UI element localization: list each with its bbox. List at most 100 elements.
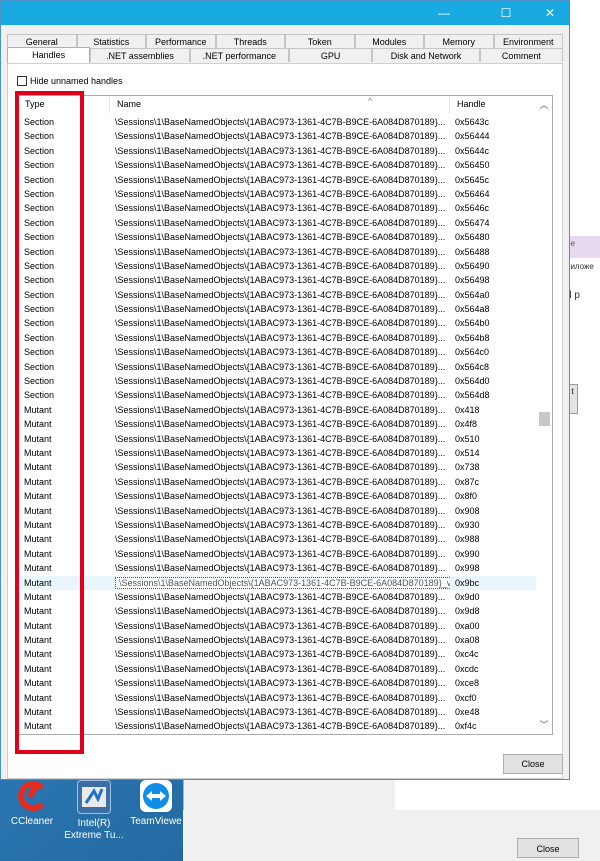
cell-handle: 0x56444 <box>455 131 490 142</box>
process-properties-window[interactable]: — ☐ ✕ General Statistics Performance Thr… <box>0 0 570 780</box>
tab-handles[interactable]: Handles <box>7 47 91 63</box>
column-header-name[interactable]: Name ^ <box>110 96 450 113</box>
table-row[interactable]: Mutant \Sessions\1\BaseNamedObjects\{1ABA… <box>18 619 536 633</box>
cell-handle: 0x564c8 <box>455 361 490 372</box>
cell-name-text: \Sessions\1\BaseNamedObjects\{1ABAC973-1… <box>115 505 446 516</box>
cell-handle: 0x56474 <box>455 217 490 228</box>
vertical-scrollbar[interactable]: ︿ ﹀ <box>536 96 552 734</box>
table-row[interactable]: Mutant \Sessions\1\BaseNamedObjects\{1ABA… <box>18 561 536 575</box>
cell-name: \Sessions\1\BaseNamedObjects\{1ABAC973-1… <box>110 360 450 374</box>
table-row[interactable]: Mutant \Sessions\1\BaseNamedObjects\{1ABA… <box>18 532 536 546</box>
table-row[interactable]: Section \Sessions\1\BaseNamedObjects\{1AB… <box>18 216 536 230</box>
cell-name-text: \Sessions\1\BaseNamedObjects\{1ABAC973-1… <box>115 433 446 444</box>
cell-name: \Sessions\1\BaseNamedObjects\{1ABAC973-1… <box>110 230 450 244</box>
table-row[interactable]: Section \Sessions\1\BaseNamedObjects\{1AB… <box>18 144 536 158</box>
table-row[interactable]: Section \Sessions\1\BaseNamedObjects\{1AB… <box>18 187 536 201</box>
table-row[interactable]: Mutant \Sessions\1\BaseNamedObjects\{1ABA… <box>18 633 536 647</box>
cell-handle: 0x5645c <box>455 174 490 185</box>
cell-name-text: \Sessions\1\BaseNamedObjects\{1ABAC973-1… <box>115 519 446 530</box>
desktop-icon-teamviewer[interactable]: TeamViewe <box>124 780 188 828</box>
scroll-down-icon[interactable]: ﹀ <box>536 718 552 732</box>
cell-handle: 0x564d8 <box>455 390 490 401</box>
table-row[interactable]: Mutant \Sessions\1\BaseNamedObjects\{1ABA… <box>18 475 536 489</box>
scrollbar-thumb[interactable] <box>539 412 550 426</box>
table-row[interactable]: Section \Sessions\1\BaseNamedObjects\{1AB… <box>18 388 536 402</box>
table-row[interactable]: Section \Sessions\1\BaseNamedObjects\{1AB… <box>18 115 536 129</box>
maximize-icon[interactable]: ☐ <box>489 1 523 25</box>
table-row[interactable]: Mutant \Sessions\1\BaseNamedObjects\{1ABA… <box>18 432 536 446</box>
close-button[interactable]: Close <box>503 754 563 774</box>
table-row[interactable]: Section \Sessions\1\BaseNamedObjects\{1AB… <box>18 129 536 143</box>
table-row[interactable]: Mutant \Sessions\1\BaseNamedObjects\{1ABA… <box>18 676 536 690</box>
table-row[interactable]: Mutant \Sessions\1\BaseNamedObjects\{1ABA… <box>18 518 536 532</box>
type-column-highlight <box>15 91 84 754</box>
table-row[interactable]: Mutant \Sessions\1\BaseNamedObjects\{1ABA… <box>18 662 536 676</box>
handles-list[interactable]: Type Name ^ Handle Section \Sessions\1\Ba… <box>17 95 553 735</box>
table-row[interactable]: Mutant \Sessions\1\BaseNamedObjects\{1ABA… <box>18 647 536 661</box>
title-bar[interactable]: — ☐ ✕ <box>1 1 569 25</box>
cell-name: \Sessions\1\BaseNamedObjects\{1ABAC973-1… <box>110 417 450 431</box>
table-row[interactable]: Mutant \Sessions\1\BaseNamedObjects\{1ABA… <box>18 460 536 474</box>
table-row[interactable]: Section \Sessions\1\BaseNamedObjects\{1AB… <box>18 374 536 388</box>
tab-comment[interactable]: Comment <box>479 48 563 62</box>
cell-handle: 0xa08 <box>455 635 480 646</box>
cell-handle: 0x5643c <box>455 117 490 127</box>
tab-environment[interactable]: Environment <box>493 34 563 48</box>
table-row[interactable]: Mutant \Sessions\1\BaseNamedObjects\{1ABA… <box>18 417 536 431</box>
table-row[interactable]: Mutant \Sessions\1\BaseNamedObjects\{1ABA… <box>18 547 536 561</box>
cell-name: \Sessions\1\BaseNamedObjects\{1ABAC973-1… <box>110 144 450 158</box>
table-row[interactable]: Mutant \Sessions\1\BaseNamedObjects\{1ABA… <box>18 590 536 604</box>
table-row[interactable]: Section \Sessions\1\BaseNamedObjects\{1AB… <box>18 230 536 244</box>
table-row[interactable]: Section \Sessions\1\BaseNamedObjects\{1AB… <box>18 273 536 287</box>
table-row[interactable]: Mutant \Sessions\1\BaseNamedObjects\{1ABA… <box>18 719 536 733</box>
close-icon[interactable]: ✕ <box>533 1 567 25</box>
table-row[interactable]: Mutant \Sessions\1\BaseNamedObjects\{1ABA… <box>18 575 536 590</box>
tab-net-assemblies[interactable]: .NET assemblies <box>90 48 190 62</box>
table-row[interactable]: Section \Sessions\1\BaseNamedObjects\{1AB… <box>18 316 536 330</box>
table-row[interactable]: Mutant \Sessions\1\BaseNamedObjects\{1ABA… <box>18 446 536 460</box>
table-row[interactable]: Mutant \Sessions\1\BaseNamedObjects\{1ABA… <box>18 403 536 417</box>
table-row[interactable]: Mutant \Sessions\1\BaseNamedObjects\{1ABA… <box>18 504 536 518</box>
table-row[interactable]: Mutant \Sessions\1\BaseNamedObjects\{1ABA… <box>18 691 536 705</box>
checkbox-box[interactable] <box>17 76 27 86</box>
minimize-icon[interactable]: — <box>427 1 461 25</box>
table-row[interactable]: Mutant \Sessions\1\BaseNamedObjects\{1ABA… <box>18 705 536 719</box>
cell-name: \Sessions\1\BaseNamedObjects\{1ABAC973-1… <box>110 316 450 330</box>
table-row[interactable]: Section \Sessions\1\BaseNamedObjects\{1AB… <box>18 360 536 374</box>
tab-statistics[interactable]: Statistics <box>76 34 146 48</box>
table-row[interactable]: Section \Sessions\1\BaseNamedObjects\{1AB… <box>18 302 536 316</box>
tab-memory[interactable]: Memory <box>424 34 494 48</box>
background-close-button[interactable]: Close <box>517 838 579 858</box>
hide-unnamed-handles-checkbox[interactable]: Hide unnamed handles <box>17 75 123 87</box>
table-row[interactable]: Mutant \Sessions\1\BaseNamedObjects\{1ABA… <box>18 489 536 503</box>
cell-name-text: \Sessions\1\BaseNamedObjects\{1ABAC973-1… <box>115 145 446 156</box>
scroll-up-icon[interactable]: ︿ <box>536 98 552 112</box>
column-header-handle[interactable]: Handle <box>450 96 536 113</box>
cell-handle: 0x738 <box>455 462 480 473</box>
tab-net-performance[interactable]: .NET performance <box>189 48 290 62</box>
desktop-icon-ccleaner[interactable]: CCleaner <box>0 780 64 828</box>
cell-handle: 0x5644c <box>455 145 490 156</box>
tab-threads[interactable]: Threads <box>215 34 285 48</box>
cell-name: \Sessions\1\BaseNamedObjects\{1ABAC973-1… <box>110 216 450 230</box>
table-row[interactable]: Section \Sessions\1\BaseNamedObjects\{1AB… <box>18 331 536 345</box>
tab-performance[interactable]: Performance <box>146 34 216 48</box>
tab-token[interactable]: Token <box>285 34 355 48</box>
table-row[interactable]: Section \Sessions\1\BaseNamedObjects\{1AB… <box>18 288 536 302</box>
cell-name: \Sessions\1\BaseNamedObjects\{1ABAC973-1… <box>110 288 450 302</box>
tab-gpu[interactable]: GPU <box>289 48 373 62</box>
table-row[interactable]: Section \Sessions\1\BaseNamedObjects\{1AB… <box>18 259 536 273</box>
tab-modules[interactable]: Modules <box>354 34 424 48</box>
tab-general[interactable]: General <box>7 34 77 48</box>
cell-handle: 0x564d0 <box>455 376 490 387</box>
table-row[interactable]: Section \Sessions\1\BaseNamedObjects\{1AB… <box>18 345 536 359</box>
table-row[interactable]: Mutant \Sessions\1\BaseNamedObjects\{1ABA… <box>18 604 536 618</box>
table-row[interactable]: Section \Sessions\1\BaseNamedObjects\{1AB… <box>18 158 536 172</box>
cell-name-text: \Sessions\1\BaseNamedObjects\{1ABAC973-1… <box>115 347 446 358</box>
table-row[interactable]: Section \Sessions\1\BaseNamedObjects\{1AB… <box>18 173 536 187</box>
table-row[interactable]: Section \Sessions\1\BaseNamedObjects\{1AB… <box>18 245 536 259</box>
desktop-icon-intel-xtu[interactable]: Intel(R) Extreme Tu... <box>62 780 126 842</box>
tab-disk-and-network[interactable]: Disk and Network <box>372 48 480 62</box>
table-row[interactable]: Section \Sessions\1\BaseNamedObjects\{1AB… <box>18 201 536 215</box>
cell-handle: 0x56464 <box>455 188 490 199</box>
